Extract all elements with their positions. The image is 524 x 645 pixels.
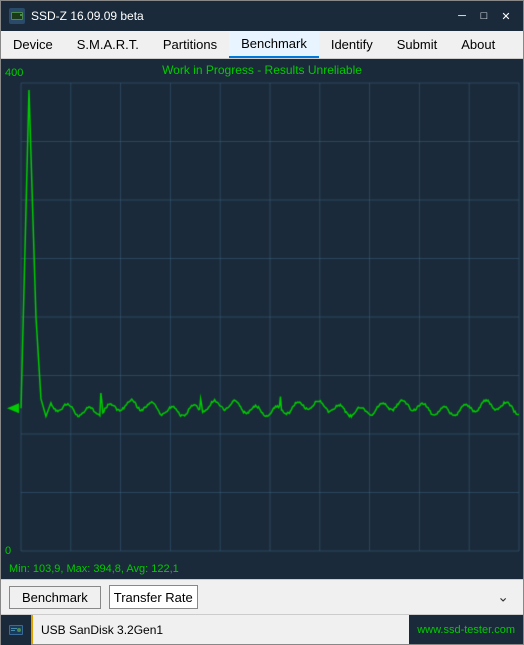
status-icon	[1, 615, 31, 645]
website-label: www.ssd-tester.com	[409, 615, 523, 644]
main-window: SSD-Z 16.09.09 beta ─ □ ✕ Device S.M.A.R…	[0, 0, 524, 645]
menu-smart[interactable]: S.M.A.R.T.	[65, 31, 151, 58]
close-button[interactable]: ✕	[497, 7, 515, 25]
window-controls: ─ □ ✕	[453, 7, 515, 25]
toolbar-row: Benchmark Transfer Rate IOPS Latency	[1, 579, 523, 614]
menu-benchmark[interactable]: Benchmark	[229, 31, 319, 58]
menu-submit[interactable]: Submit	[385, 31, 449, 58]
menu-about[interactable]: About	[449, 31, 507, 58]
transfer-select-wrapper: Transfer Rate IOPS Latency	[109, 585, 515, 609]
menu-partitions[interactable]: Partitions	[151, 31, 229, 58]
chart-min-label: 0	[5, 545, 11, 557]
benchmark-canvas	[1, 59, 523, 579]
minimize-button[interactable]: ─	[453, 7, 471, 25]
transfer-rate-select[interactable]: Transfer Rate IOPS Latency	[109, 585, 198, 609]
benchmark-chart-area: Work in Progress - Results Unreliable 40…	[1, 59, 523, 579]
menu-bar: Device S.M.A.R.T. Partitions Benchmark I…	[1, 31, 523, 59]
app-icon	[9, 8, 25, 24]
menu-device[interactable]: Device	[1, 31, 65, 58]
chart-stats: Min: 103,9, Max: 394,8, Avg: 122,1	[9, 563, 179, 575]
drive-name: USB SanDisk 3.2Gen1	[31, 615, 409, 644]
title-bar: SSD-Z 16.09.09 beta ─ □ ✕	[1, 1, 523, 31]
status-bar: USB SanDisk 3.2Gen1 www.ssd-tester.com	[1, 614, 523, 644]
window-title: SSD-Z 16.09.09 beta	[31, 9, 453, 23]
benchmark-button[interactable]: Benchmark	[9, 586, 101, 609]
menu-identify[interactable]: Identify	[319, 31, 385, 58]
chart-title: Work in Progress - Results Unreliable	[1, 63, 523, 77]
maximize-button[interactable]: □	[475, 7, 493, 25]
